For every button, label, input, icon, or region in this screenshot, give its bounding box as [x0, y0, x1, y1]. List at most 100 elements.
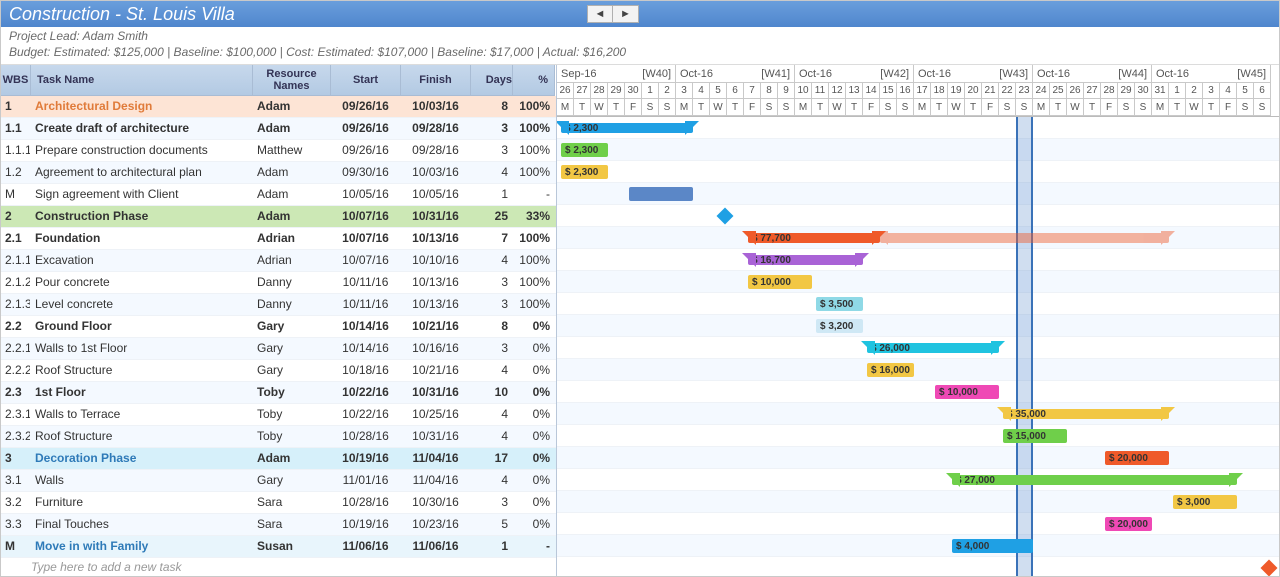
gantt-bar[interactable]: $ 10,000: [748, 275, 812, 289]
cell-pct: 100%: [513, 96, 555, 117]
timeline-dow: M: [557, 99, 574, 117]
gantt-bar[interactable]: $ 10,000: [935, 385, 999, 399]
gantt-bar[interactable]: $ 2,300: [561, 123, 693, 133]
project-lead-line: Project Lead: Adam Smith: [9, 28, 1271, 44]
cell-days: 8: [471, 96, 513, 117]
task-row[interactable]: 3Decoration PhaseAdam10/19/1611/04/16170…: [1, 448, 556, 470]
gantt-bar[interactable]: $ 4,000: [952, 539, 1033, 553]
task-row[interactable]: 1.1Create draft of architectureAdam09/26…: [1, 118, 556, 140]
gantt-bar[interactable]: $ 26,000: [867, 343, 999, 353]
task-row[interactable]: MMove in with FamilySusan11/06/1611/06/1…: [1, 536, 556, 558]
gantt-bar[interactable]: $ 77,700: [748, 233, 880, 243]
timeline-dow: S: [761, 99, 778, 117]
cell-res: Adam: [253, 96, 331, 117]
timeline-daynum: 30: [1135, 83, 1152, 99]
timeline-daynum: 2: [659, 83, 676, 99]
task-row[interactable]: 3.2FurnitureSara10/28/1610/30/1630%: [1, 492, 556, 514]
task-row[interactable]: 1Architectural DesignAdam09/26/1610/03/1…: [1, 96, 556, 118]
today-marker: [1016, 117, 1033, 576]
gantt-bar[interactable]: $ 35,000: [1003, 409, 1169, 419]
col-days[interactable]: Days: [471, 65, 513, 95]
cell-res: Toby: [253, 404, 331, 425]
task-row[interactable]: 2.1.2Pour concreteDanny10/11/1610/13/163…: [1, 272, 556, 294]
cell-finish: 10/21/16: [401, 316, 471, 337]
gantt-bar[interactable]: $ 3,500: [816, 297, 863, 311]
cell-name: 1st Floor: [31, 382, 253, 403]
cell-start: 10/18/16: [331, 360, 401, 381]
title-bar: Construction - St. Louis Villa ◄ ►: [1, 1, 1279, 27]
cell-start: 09/26/16: [331, 118, 401, 139]
timeline-daynum: 29: [1118, 83, 1135, 99]
cell-pct: 100%: [513, 118, 555, 139]
nav-back-button[interactable]: ◄: [587, 5, 613, 23]
timeline-daynum: 28: [591, 83, 608, 99]
task-row[interactable]: 3.1WallsGary11/01/1611/04/1640%: [1, 470, 556, 492]
gantt-bar[interactable]: [629, 187, 693, 201]
cell-name: Create draft of architecture: [31, 118, 253, 139]
col-wbs[interactable]: WBS: [1, 65, 31, 95]
cell-finish: 10/13/16: [401, 272, 471, 293]
task-row[interactable]: 2.31st FloorToby10/22/1610/31/16100%: [1, 382, 556, 404]
timeline-dow: T: [846, 99, 863, 117]
timeline-daynum: 20: [965, 83, 982, 99]
col-res[interactable]: Resource Names: [253, 65, 331, 95]
nav-forward-button[interactable]: ►: [613, 5, 639, 23]
task-row[interactable]: 2.2.2Roof StructureGary10/18/1610/21/164…: [1, 360, 556, 382]
cell-finish: 10/13/16: [401, 228, 471, 249]
task-row[interactable]: 2Construction PhaseAdam10/07/1610/31/162…: [1, 206, 556, 228]
task-row[interactable]: 2.1.1ExcavationAdrian10/07/1610/10/16410…: [1, 250, 556, 272]
timeline-daynum: 23: [1016, 83, 1033, 99]
task-row[interactable]: 2.1FoundationAdrian10/07/1610/13/167100%: [1, 228, 556, 250]
task-row[interactable]: 2.3.2Roof StructureToby10/28/1610/31/164…: [1, 426, 556, 448]
timeline-dow: S: [1118, 99, 1135, 117]
gantt-bar[interactable]: $ 16,000: [867, 363, 914, 377]
gantt-bar[interactable]: $ 16,700: [748, 255, 863, 265]
timeline-dow: M: [676, 99, 693, 117]
col-name[interactable]: Task Name: [31, 65, 253, 95]
task-row[interactable]: MSign agreement with ClientAdam10/05/161…: [1, 184, 556, 206]
cell-finish: 11/06/16: [401, 536, 471, 557]
cell-pct: 0%: [513, 360, 555, 381]
budget-line: Budget: Estimated: $125,000 | Baseline: …: [9, 44, 1271, 60]
cell-wbs: 2.3: [1, 382, 31, 403]
timeline-daynum: 4: [1220, 83, 1237, 99]
cell-wbs: 3.3: [1, 514, 31, 535]
gantt-bar[interactable]: $ 20,000: [1105, 517, 1152, 531]
task-row[interactable]: 2.2Ground FloorGary10/14/1610/21/1680%: [1, 316, 556, 338]
col-finish[interactable]: Finish: [401, 65, 471, 95]
gantt-bar[interactable]: $ 27,000: [952, 475, 1237, 485]
timeline-daynum: 18: [931, 83, 948, 99]
timeline-daynum: 3: [1203, 83, 1220, 99]
task-row[interactable]: 3.3Final TouchesSara10/19/1610/23/1650%: [1, 514, 556, 536]
gantt-bar[interactable]: $ 2,300: [561, 165, 608, 179]
cell-days: 4: [471, 426, 513, 447]
col-pct[interactable]: %: [513, 65, 555, 95]
timeline-dow: S: [897, 99, 914, 117]
task-row[interactable]: 1.1.1Prepare construction documentsMatth…: [1, 140, 556, 162]
new-task-row[interactable]: Type here to add a new task: [1, 558, 556, 576]
col-start[interactable]: Start: [331, 65, 401, 95]
gantt-bar[interactable]: $ 2,300: [561, 143, 608, 157]
timeline-dow: F: [863, 99, 880, 117]
task-table: WBS Task Name Resource Names Start Finis…: [1, 65, 557, 576]
gantt-bar[interactable]: $ 3,000: [1173, 495, 1237, 509]
gantt-body[interactable]: $ 2,300 $ 2,300 $ 2,300 $ 77,700 $ 16,700 $ 1…: [557, 117, 1279, 576]
cell-wbs: 2: [1, 206, 31, 227]
task-row[interactable]: 1.2Agreement to architectural planAdam09…: [1, 162, 556, 184]
task-row[interactable]: 2.3.1Walls to TerraceToby10/22/1610/25/1…: [1, 404, 556, 426]
timeline-daynum: 25: [1050, 83, 1067, 99]
task-row[interactable]: 2.2.1Walls to 1st FloorGary10/14/1610/16…: [1, 338, 556, 360]
app-root: Construction - St. Louis Villa ◄ ► Proje…: [0, 0, 1280, 577]
gantt-bar[interactable]: $ 15,000: [1003, 429, 1067, 443]
gantt-bar[interactable]: $ 3,200: [816, 319, 863, 333]
timeline-daynum: 1: [642, 83, 659, 99]
cell-days: 8: [471, 316, 513, 337]
cell-start: 09/26/16: [331, 140, 401, 161]
task-row[interactable]: 2.1.3Level concreteDanny10/11/1610/13/16…: [1, 294, 556, 316]
cell-start: 10/28/16: [331, 426, 401, 447]
gantt-bar[interactable]: $ 20,000: [1105, 451, 1169, 465]
timeline-dow: S: [1237, 99, 1254, 117]
cell-pct: 0%: [513, 426, 555, 447]
gantt-bar-remaining[interactable]: [880, 233, 1169, 243]
cell-start: 10/28/16: [331, 492, 401, 513]
